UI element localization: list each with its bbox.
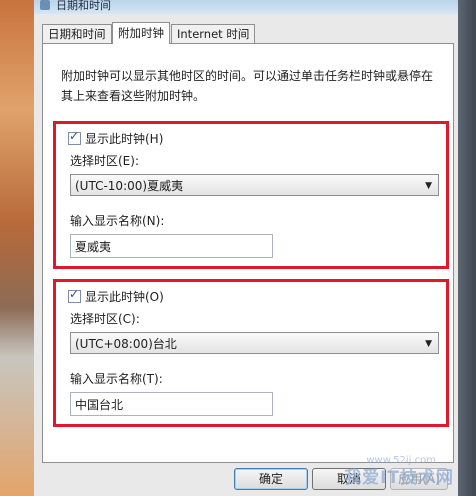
clock1-timezone-label: 选择时区(E): [70, 154, 139, 168]
clock1-group: ✓ 显示此时钟(H) 选择时区(E): (UTC-10:00)夏威夷 ▼ 输入显… [53, 121, 449, 269]
checkbox-box[interactable]: ✓ [68, 128, 81, 145]
clock1-name-label: 输入显示名称(N): [70, 214, 165, 228]
checkmark-icon: ✓ [69, 128, 80, 143]
window-edge [458, 0, 476, 496]
clock1-name-input[interactable]: 夏威夷 [70, 234, 273, 258]
checkbox-box[interactable]: ✓ [68, 286, 81, 303]
clock1-show-checkbox[interactable]: ✓ 显示此时钟(H) [68, 128, 164, 146]
clock2-timezone-select[interactable]: (UTC+08:00)台北 ▼ [70, 332, 439, 354]
clock2-group: ✓ 显示此时钟(O) 选择时区(C): (UTC+08:00)台北 ▼ 输入显示… [53, 279, 449, 427]
clock2-show-checkbox[interactable]: ✓ 显示此时钟(O) [68, 286, 164, 304]
dropdown-arrow-icon[interactable]: ▼ [425, 333, 432, 355]
clock2-checkbox-label: 显示此时钟(O) [85, 289, 164, 304]
clock-icon [40, 0, 50, 10]
ok-button[interactable]: 确定 [234, 468, 308, 490]
clock2-timezone-value: (UTC+08:00)台北 [75, 337, 177, 351]
clock1-timezone-value: (UTC-10:00)夏威夷 [75, 179, 184, 193]
additional-clocks-panel: 附加时钟可以显示其他时区的时间。可以通过单击任务栏时钟或悬停在其上来查看这些附加… [42, 43, 454, 463]
clock2-timezone-label: 选择时区(C): [70, 312, 140, 326]
tab-date-time[interactable]: 日期和时间 [42, 24, 112, 43]
title-bar[interactable]: 日期和时间 [34, 0, 458, 14]
checkmark-icon: ✓ [69, 286, 80, 301]
tab-internet-time[interactable]: Internet 时间 [171, 24, 256, 43]
clock2-name-label: 输入显示名称(T): [70, 372, 163, 386]
tab-additional-clocks[interactable]: 附加时钟 [112, 22, 170, 44]
clock2-name-input[interactable]: 中国台北 [70, 392, 273, 416]
description-text: 附加时钟可以显示其他时区的时间。可以通过单击任务栏时钟或悬停在其上来查看这些附加… [61, 69, 434, 103]
desktop-background [0, 0, 34, 496]
clock1-checkbox-label: 显示此时钟(H) [85, 131, 164, 146]
dropdown-arrow-icon[interactable]: ▼ [425, 175, 432, 197]
watermark-logo: 我爱IT技术网 [344, 468, 454, 488]
clock1-timezone-select[interactable]: (UTC-10:00)夏威夷 ▼ [70, 174, 439, 196]
window-title: 日期和时间 [56, 0, 111, 12]
